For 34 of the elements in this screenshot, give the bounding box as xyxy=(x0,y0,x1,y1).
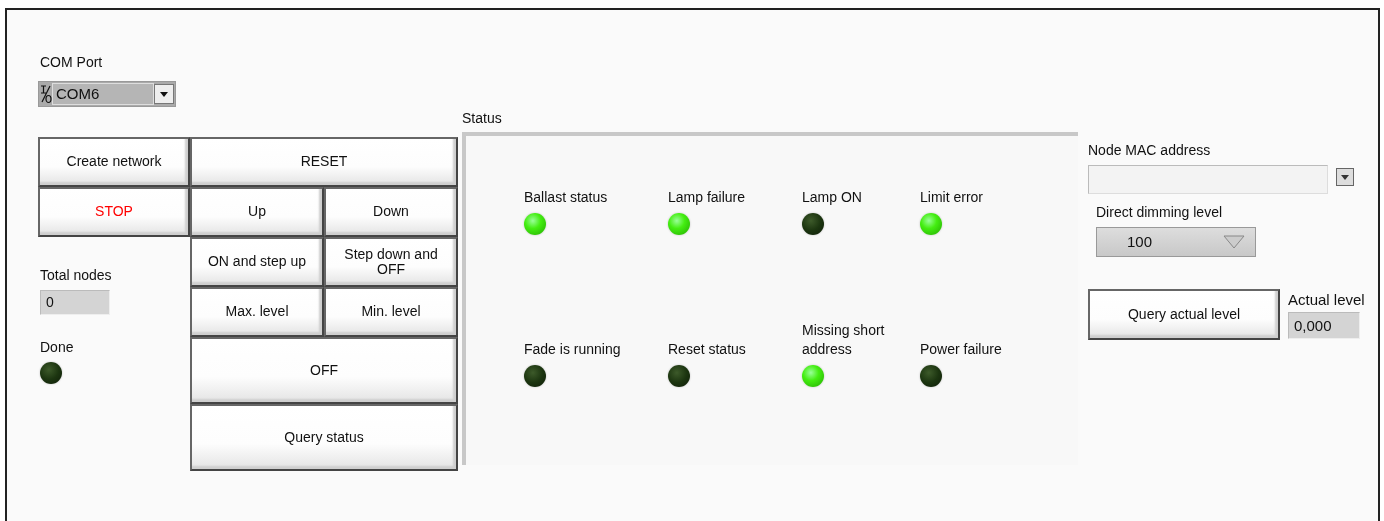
command-button[interactable]: Up xyxy=(190,187,324,237)
command-button[interactable]: Create network xyxy=(38,137,190,187)
command-button[interactable]: Min. level xyxy=(324,287,458,337)
query-actual-level-button[interactable]: Query actual level xyxy=(1088,289,1280,340)
command-button[interactable]: Down xyxy=(324,187,458,237)
indicator-label: Fade is running xyxy=(524,340,621,359)
indicator-label: Lamp ON xyxy=(802,188,862,207)
actual-level-label: Actual level xyxy=(1288,290,1365,310)
com-port-label: COM Port xyxy=(40,53,103,72)
io-icon xyxy=(40,84,52,104)
command-button[interactable]: ON and step up xyxy=(190,237,324,287)
total-nodes-value: 0 xyxy=(40,290,110,315)
com-port-dropdown[interactable]: COM6 xyxy=(38,81,176,107)
command-button[interactable]: Query status xyxy=(190,404,458,471)
node-mac-field[interactable] xyxy=(1088,165,1328,194)
status-label: Status xyxy=(462,109,502,128)
dimming-label: Direct dimming level xyxy=(1096,203,1223,222)
actual-level-value: 0,000 xyxy=(1288,311,1360,339)
command-button[interactable]: Step down and OFF xyxy=(324,237,458,287)
dimming-level-dropdown[interactable]: 100 xyxy=(1096,227,1256,257)
dropdown-arrow-icon xyxy=(1223,235,1245,249)
command-button[interactable]: RESET xyxy=(190,137,458,187)
done-label: Done xyxy=(40,338,74,357)
stop-button[interactable]: STOP xyxy=(38,187,190,237)
indicator-label: Missing short address xyxy=(802,321,886,359)
indicator-label: Lamp failure xyxy=(668,188,746,207)
indicator-label: Ballast status xyxy=(524,188,608,207)
node-mac-label: Node MAC address xyxy=(1088,141,1211,160)
command-button[interactable]: OFF xyxy=(190,337,458,404)
indicator-label: Reset status xyxy=(668,340,746,359)
command-button[interactable]: Max. level xyxy=(190,287,324,337)
total-nodes-label: Total nodes xyxy=(40,266,112,285)
indicator-label: Power failure xyxy=(920,340,1002,359)
indicator-label: Limit error xyxy=(920,188,983,207)
